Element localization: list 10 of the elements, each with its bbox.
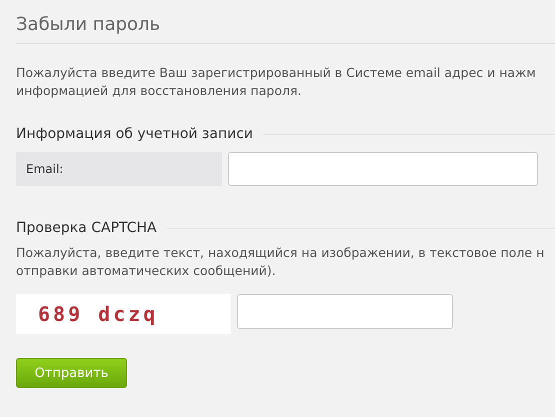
- intro-text: Пожалуйста введите Ваш зарегистрированный в Системе email адрес и нажм информацией для восстановления пароля.: [16, 64, 537, 100]
- submit-button[interactable]: Отправить: [16, 358, 127, 388]
- section-heading: Информация об учетной записи: [16, 126, 254, 142]
- field-label: Email:: [16, 152, 222, 186]
- captcha-instructions: Пожалуйста, введите текст, находящийся на изображении, в текстовое поле н отправки автоматических сообщений).: [16, 244, 546, 280]
- captcha-field[interactable]: [237, 294, 453, 329]
- email-field[interactable]: [228, 152, 538, 186]
- page-title: Забыли пароль: [16, 14, 555, 44]
- section-heading: Проверка CAPTCHA: [16, 220, 157, 236]
- captcha-image: 689 dczq: [16, 294, 231, 334]
